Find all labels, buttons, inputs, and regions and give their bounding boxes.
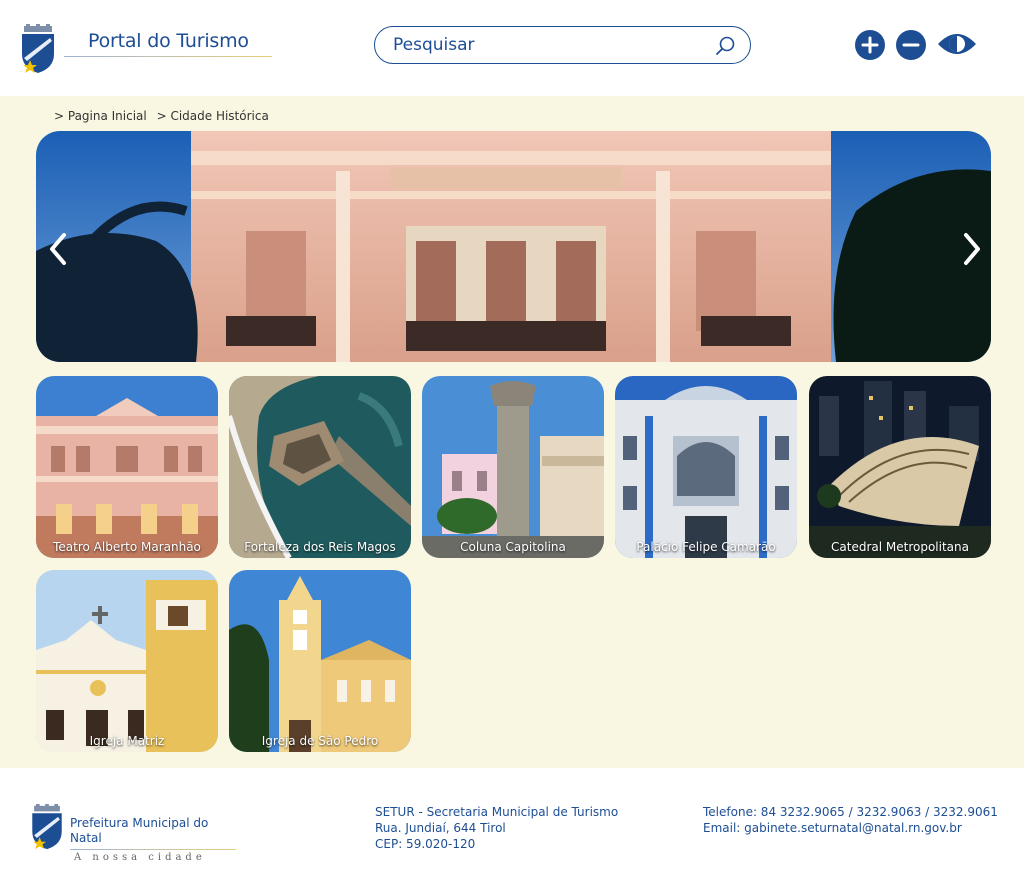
attraction-card-catedral[interactable]: Catedral Metropolitana: [809, 376, 991, 558]
address-line: SETUR - Secretaria Municipal de Turismo: [375, 805, 619, 819]
footer-brand-tagline: A nossa cidade: [74, 852, 206, 863]
phone-text: Telefone: 84 3232.9065 / 3232.9063 / 323…: [703, 805, 998, 819]
main-content: > Pagina Inicial > Cidade Histórica Teat…: [0, 96, 1024, 768]
attraction-label: Igreja de São Pedro: [261, 734, 379, 748]
zoom-out-button[interactable]: [896, 30, 926, 60]
footer-address: SETUR - Secretaria Municipal de Turismo …: [375, 804, 618, 852]
search-box: [374, 26, 751, 64]
attraction-label: Teatro Alberto Maranhão: [53, 540, 201, 554]
city-crest-logo[interactable]: [20, 24, 56, 74]
attraction-card-palacio[interactable]: Palácio Felipe Camarão: [615, 376, 797, 558]
address-line: CEP: 59.020-120: [375, 837, 476, 851]
zoom-in-icon: [861, 36, 879, 54]
attraction-label: Coluna Capitolina: [460, 540, 566, 554]
email-link[interactable]: Email: gabinete.seturnatal@natal.rn.gov.…: [703, 820, 998, 836]
attraction-label: Palácio Felipe Camarão: [636, 540, 776, 554]
zoom-out-icon: [902, 43, 920, 47]
breadcrumb-current[interactable]: > Cidade Histórica: [157, 109, 269, 123]
contrast-icon[interactable]: [937, 30, 977, 58]
palacio-photo: [615, 376, 797, 558]
attraction-card-fortaleza[interactable]: Fortaleza dos Reis Magos: [229, 376, 411, 558]
title-underline: [64, 56, 272, 57]
footer-brand: Prefeitura Municipal do Natal A nossa ci…: [70, 816, 236, 863]
search-icon[interactable]: [714, 35, 736, 57]
zoom-in-button[interactable]: [855, 30, 885, 60]
teatro-photo: [36, 376, 218, 558]
attraction-card-teatro[interactable]: Teatro Alberto Maranhão: [36, 376, 218, 558]
footer-brand-divider: [70, 849, 236, 850]
header: Portal do Turismo: [0, 0, 1024, 96]
footer-contact: Telefone: 84 3232.9065 / 3232.9063 / 323…: [703, 804, 998, 836]
city-crest-logo[interactable]: [30, 804, 64, 850]
chevron-left-icon[interactable]: [44, 229, 74, 269]
coluna-photo: [422, 376, 604, 558]
search-input[interactable]: [393, 33, 693, 57]
footer: Prefeitura Municipal do Natal A nossa ci…: [0, 768, 1024, 886]
breadcrumb: > Pagina Inicial > Cidade Histórica: [54, 109, 275, 123]
attraction-card-igreja-sao-pedro[interactable]: Igreja de São Pedro: [229, 570, 411, 752]
address-line: Rua. Jundiaí, 644 Tirol: [375, 821, 506, 835]
chevron-right-icon[interactable]: [956, 229, 986, 269]
attraction-label: Fortaleza dos Reis Magos: [244, 540, 396, 554]
site-title[interactable]: Portal do Turismo: [64, 28, 274, 60]
attraction-card-coluna[interactable]: Coluna Capitolina: [422, 376, 604, 558]
hero-photo-teatro: [36, 131, 991, 362]
attraction-label: Catedral Metropolitana: [831, 540, 969, 554]
site-title-text[interactable]: Portal do Turismo: [64, 28, 274, 54]
catedral-photo: [809, 376, 991, 558]
attraction-card-igreja-matriz[interactable]: Igreja Matriz: [36, 570, 218, 752]
attraction-label: Igreja Matriz: [89, 734, 165, 748]
fortaleza-photo: [229, 376, 411, 558]
igreja-matriz-photo: [36, 570, 218, 752]
footer-brand-title: Prefeitura Municipal do Natal: [70, 816, 209, 845]
breadcrumb-home-link[interactable]: > Pagina Inicial: [54, 109, 147, 123]
igreja-sao-pedro-photo: [229, 570, 411, 752]
hero-carousel[interactable]: [36, 131, 991, 362]
